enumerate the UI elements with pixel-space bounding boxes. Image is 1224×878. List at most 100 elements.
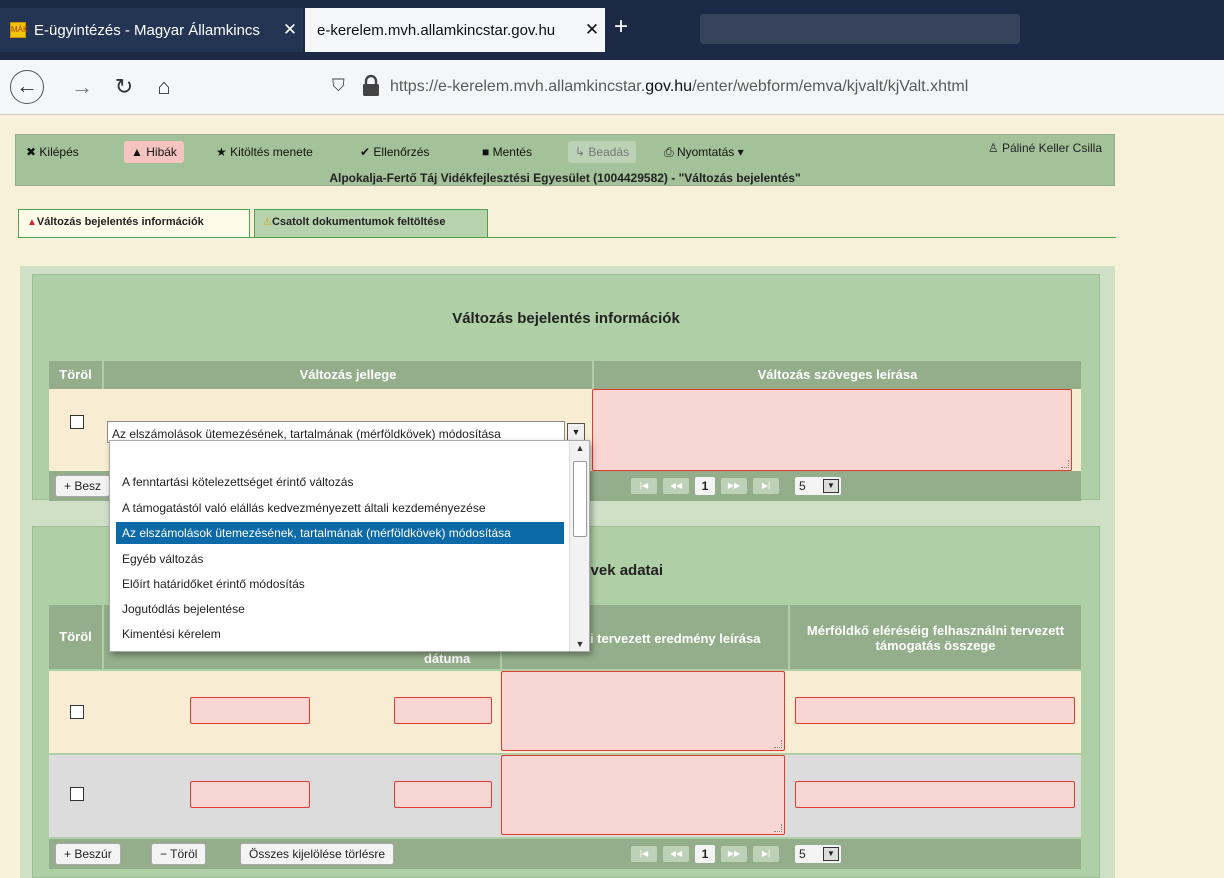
milestone-date-field[interactable] — [394, 781, 492, 808]
first-page-icon[interactable]: |◀ — [631, 846, 657, 862]
submit-icon: ↳ — [575, 145, 586, 159]
dropdown-option[interactable]: Előírt határidőket érintő módosítás — [116, 573, 564, 595]
submit-label: Beadás — [588, 145, 630, 159]
scroll-down-icon[interactable]: ▼ — [570, 639, 589, 649]
panel-title: kövek adatai — [573, 562, 664, 579]
print-label: Nyomtatás — [676, 145, 735, 159]
change-type-dropdown-list: A fenntartási kötelezettséget érintő vál… — [109, 440, 590, 652]
delete-button[interactable]: − Töröl — [151, 843, 207, 865]
check-label: Ellenőrzés — [373, 145, 430, 159]
forward-icon[interactable]: → — [66, 72, 98, 102]
delete-checkbox[interactable] — [70, 705, 84, 719]
address-bar[interactable]: https://e-kerelem.mvh.allamkincstar.gov.… — [390, 78, 968, 96]
scroll-up-icon[interactable]: ▲ — [570, 443, 589, 453]
caret-down-icon: ▾ — [737, 145, 744, 159]
dropdown-option[interactable]: A fenntartási kötelezettséget érintő vál… — [116, 471, 564, 493]
error-triangle-icon: ▲ — [27, 217, 37, 228]
first-page-icon[interactable]: |◀ — [631, 478, 657, 494]
milestone-date-field[interactable] — [394, 697, 492, 724]
back-icon[interactable]: ← — [10, 70, 44, 104]
milestone-field[interactable] — [190, 781, 310, 808]
shield-icon[interactable]: ⛉ — [332, 76, 345, 96]
page-size-select[interactable]: 5 ▼ — [795, 845, 841, 863]
tab-title: e-kerelem.mvh.allamkincstar.gov.hu — [317, 21, 556, 39]
last-page-icon[interactable]: ▶| — [753, 478, 779, 494]
browser-tab-bar: MÁK E-ügyintézés - Magyar Államkincs ✕ e… — [0, 0, 1224, 60]
reload-icon[interactable]: ↻ — [108, 72, 140, 102]
select-all-delete-button[interactable]: Összes kijelölése törlésre — [240, 843, 395, 865]
chevron-down-icon[interactable]: ▼ — [567, 423, 585, 441]
dropdown-option[interactable]: A támogatástól való elállás kedvezményez… — [116, 497, 564, 519]
support-amount-field[interactable] — [795, 697, 1075, 724]
tab-valtozas-info[interactable]: ▲Változás bejelentés információk — [18, 209, 250, 237]
form-tabs: ▲Változás bejelentés információk ⚠Csatol… — [18, 207, 1116, 238]
exit-button[interactable]: ✖ Kilépés — [26, 145, 79, 159]
current-page[interactable]: 1 — [695, 845, 715, 863]
next-page-icon[interactable]: ▶▶ — [721, 478, 747, 494]
insert-button[interactable]: + Beszúr — [55, 843, 121, 865]
current-page[interactable]: 1 — [695, 477, 715, 495]
change-description-textarea[interactable] — [592, 389, 1072, 471]
user-name: ♙ Páliné Keller Csilla — [988, 141, 1102, 155]
lock-icon[interactable] — [360, 74, 382, 98]
save-icon: ■ — [482, 145, 490, 159]
dropdown-option[interactable]: Egyéb változás — [116, 548, 564, 570]
print-button[interactable]: ⎙ Nyomtatás ▾ — [664, 145, 744, 160]
prev-page-icon[interactable]: ◀◀ — [663, 478, 689, 494]
check-button[interactable]: ✔ Ellenőrzés — [360, 145, 429, 159]
page-size-value: 5 — [799, 847, 806, 861]
url-domain: gov.hu — [645, 78, 693, 95]
tab-title: E-ügyintézés - Magyar Államkincs — [34, 21, 260, 39]
dropdown-option-selected[interactable]: Az elszámolások ütemezésének, tartalmána… — [116, 522, 564, 544]
chevron-down-icon: ▼ — [823, 479, 839, 493]
col-header-osszeg: Mérföldkő eléréséig felhasználni terveze… — [790, 605, 1081, 669]
dropdown-option[interactable]: Kimentési kérelem — [116, 623, 564, 645]
tab-csatolt-dokumentumok[interactable]: ⚠Csatolt dokumentumok feltöltése — [254, 209, 488, 237]
new-tab-button[interactable]: + — [614, 14, 628, 40]
page-size-select[interactable]: 5 ▼ — [795, 477, 841, 495]
fill-guide-button[interactable]: ★ Kitöltés menete — [216, 145, 313, 159]
exit-label: Kilépés — [39, 145, 79, 159]
tab-label: Változás bejelentés információk — [36, 216, 204, 228]
form-title: Alpokalja-Fertő Táj Vidékfejlesztési Egy… — [329, 171, 801, 185]
save-label: Mentés — [492, 145, 532, 159]
checkmark-icon: ✔ — [360, 145, 371, 159]
submit-button[interactable]: ↳ Beadás — [568, 141, 637, 163]
form-toolbar: ✖ Kilépés ▲ Hibák ★ Kitöltés menete ✔ El… — [15, 134, 1115, 186]
table-footer: + Beszúr − Töröl Összes kijelölése törlé… — [49, 839, 1081, 869]
prev-page-icon[interactable]: ◀◀ — [663, 846, 689, 862]
close-icon[interactable]: ✕ — [277, 20, 303, 40]
url-path: /enter/webform/emva/kjvalt/kjValt.xhtml — [692, 78, 969, 95]
result-description-textarea[interactable] — [501, 755, 785, 835]
milestone-field[interactable] — [190, 697, 310, 724]
browser-tab-e-ugyintezes[interactable]: MÁK E-ügyintézés - Magyar Államkincs ✕ — [0, 8, 303, 52]
panel-title: Változás bejelentés információk — [452, 310, 680, 327]
close-icon: ✖ — [26, 145, 37, 159]
tab-label: Csatolt dokumentumok feltöltése — [271, 216, 446, 228]
insert-button[interactable]: + Besz — [55, 475, 111, 497]
col-header-jellege: Változás jellege — [104, 361, 592, 389]
save-button[interactable]: ■ Mentés — [482, 145, 532, 159]
last-page-icon[interactable]: ▶| — [753, 846, 779, 862]
browser-tab-e-kerelem[interactable]: e-kerelem.mvh.allamkincstar.gov.hu ✕ — [305, 8, 605, 52]
dropdown-option[interactable]: Jogutódlás bejelentése — [116, 598, 564, 620]
col-header-leiras: Változás szöveges leírása — [594, 361, 1081, 389]
col-header-torol: Töröl — [49, 605, 102, 669]
user-name-label: Páliné Keller Csilla — [1001, 141, 1102, 155]
scrollbar-thumb[interactable] — [573, 461, 587, 537]
delete-checkbox[interactable] — [70, 787, 84, 801]
col-header-eredmeny-label: ni tervezett eredmény leírása — [582, 631, 761, 646]
delete-checkbox[interactable] — [70, 415, 84, 429]
result-description-textarea[interactable] — [501, 671, 785, 751]
dropdown-scrollbar[interactable]: ▲ ▼ — [569, 441, 589, 651]
background-window-title — [700, 14, 1020, 44]
col-header-torol: Töröl — [49, 361, 102, 389]
warning-triangle-icon: ⚠ — [263, 217, 272, 228]
print-icon: ⎙ — [664, 145, 674, 159]
next-page-icon[interactable]: ▶▶ — [721, 846, 747, 862]
home-icon[interactable]: ⌂ — [148, 72, 180, 102]
close-icon[interactable]: ✕ — [579, 20, 605, 40]
support-amount-field[interactable] — [795, 781, 1075, 808]
errors-button[interactable]: ▲ Hibák — [124, 141, 184, 163]
warning-icon: ▲ — [131, 145, 143, 159]
